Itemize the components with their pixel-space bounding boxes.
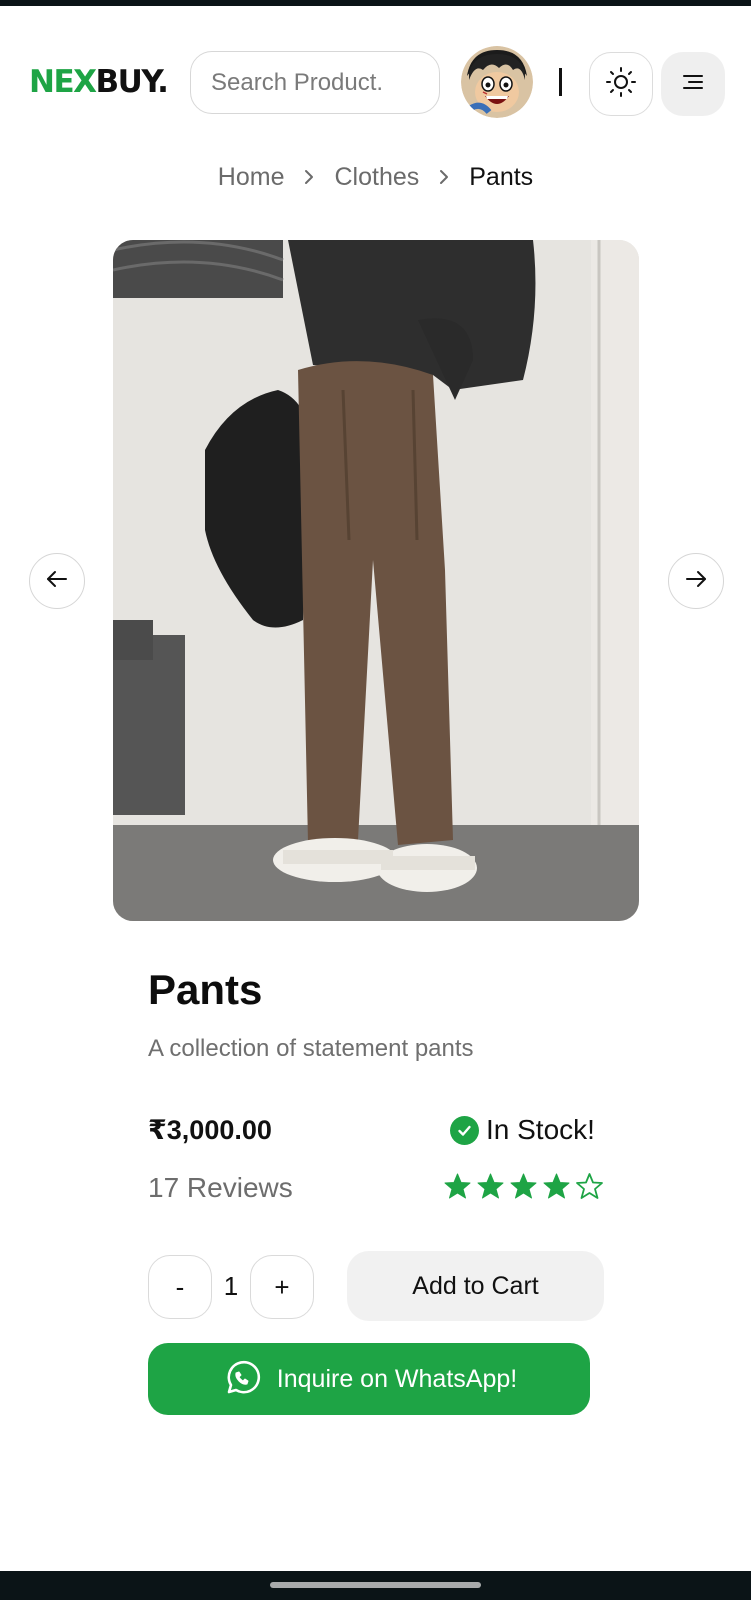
whatsapp-icon bbox=[221, 1359, 261, 1399]
add-to-cart-button[interactable]: Add to Cart bbox=[347, 1251, 604, 1321]
brand-logo-part1: NEX bbox=[29, 64, 97, 100]
menu-icon bbox=[681, 73, 705, 96]
brand-logo[interactable]: NEXBUY. bbox=[29, 62, 169, 102]
chevron-right-icon bbox=[437, 167, 451, 187]
header-divider bbox=[559, 68, 562, 96]
header: NEXBUY. bbox=[0, 46, 751, 118]
product-image bbox=[113, 240, 639, 921]
stock-status-label: In Stock! bbox=[486, 1114, 595, 1145]
next-image-button[interactable] bbox=[668, 553, 724, 609]
increase-quantity-button[interactable]: + bbox=[250, 1255, 314, 1319]
star-filled-icon bbox=[477, 1173, 504, 1199]
menu-button[interactable] bbox=[661, 52, 725, 116]
decrease-quantity-button[interactable]: - bbox=[148, 1255, 212, 1319]
check-circle-icon bbox=[450, 1115, 479, 1145]
whatsapp-inquiry-button[interactable]: Inquire on WhatsApp! bbox=[148, 1343, 590, 1415]
quantity-value: 1 bbox=[223, 1271, 239, 1301]
product-title: Pants bbox=[148, 966, 263, 1013]
rating-stars bbox=[443, 1172, 604, 1201]
arrow-left-icon bbox=[44, 569, 70, 594]
star-filled-icon bbox=[543, 1173, 570, 1199]
previous-image-button[interactable] bbox=[29, 553, 85, 609]
arrow-right-icon bbox=[683, 569, 709, 594]
reviews-count[interactable]: 17 Reviews bbox=[148, 1170, 293, 1206]
chevron-right-icon bbox=[302, 167, 316, 187]
product-image-illustration bbox=[113, 240, 639, 921]
brand-logo-part2: BUY. bbox=[95, 64, 169, 100]
breadcrumb-current: Pants bbox=[469, 163, 534, 191]
product-description: A collection of statement pants bbox=[148, 1035, 474, 1062]
breadcrumb: Home Clothes Pants bbox=[0, 160, 751, 194]
breadcrumb-clothes[interactable]: Clothes bbox=[334, 160, 419, 194]
star-filled-icon bbox=[444, 1173, 471, 1199]
sun-icon bbox=[604, 65, 638, 104]
star-filled-icon bbox=[510, 1173, 537, 1199]
breadcrumb-home[interactable]: Home bbox=[218, 160, 285, 194]
home-indicator[interactable] bbox=[270, 1582, 481, 1588]
product-price: ₹3,000.00 bbox=[148, 1115, 272, 1145]
whatsapp-inquiry-label: Inquire on WhatsApp! bbox=[276, 1364, 518, 1393]
theme-toggle-button[interactable] bbox=[589, 52, 653, 116]
stock-status: In Stock! bbox=[450, 1111, 595, 1149]
status-bar bbox=[0, 0, 751, 6]
star-outline-icon bbox=[576, 1173, 603, 1199]
user-avatar-icon[interactable] bbox=[461, 46, 533, 118]
search-input[interactable] bbox=[190, 51, 440, 114]
